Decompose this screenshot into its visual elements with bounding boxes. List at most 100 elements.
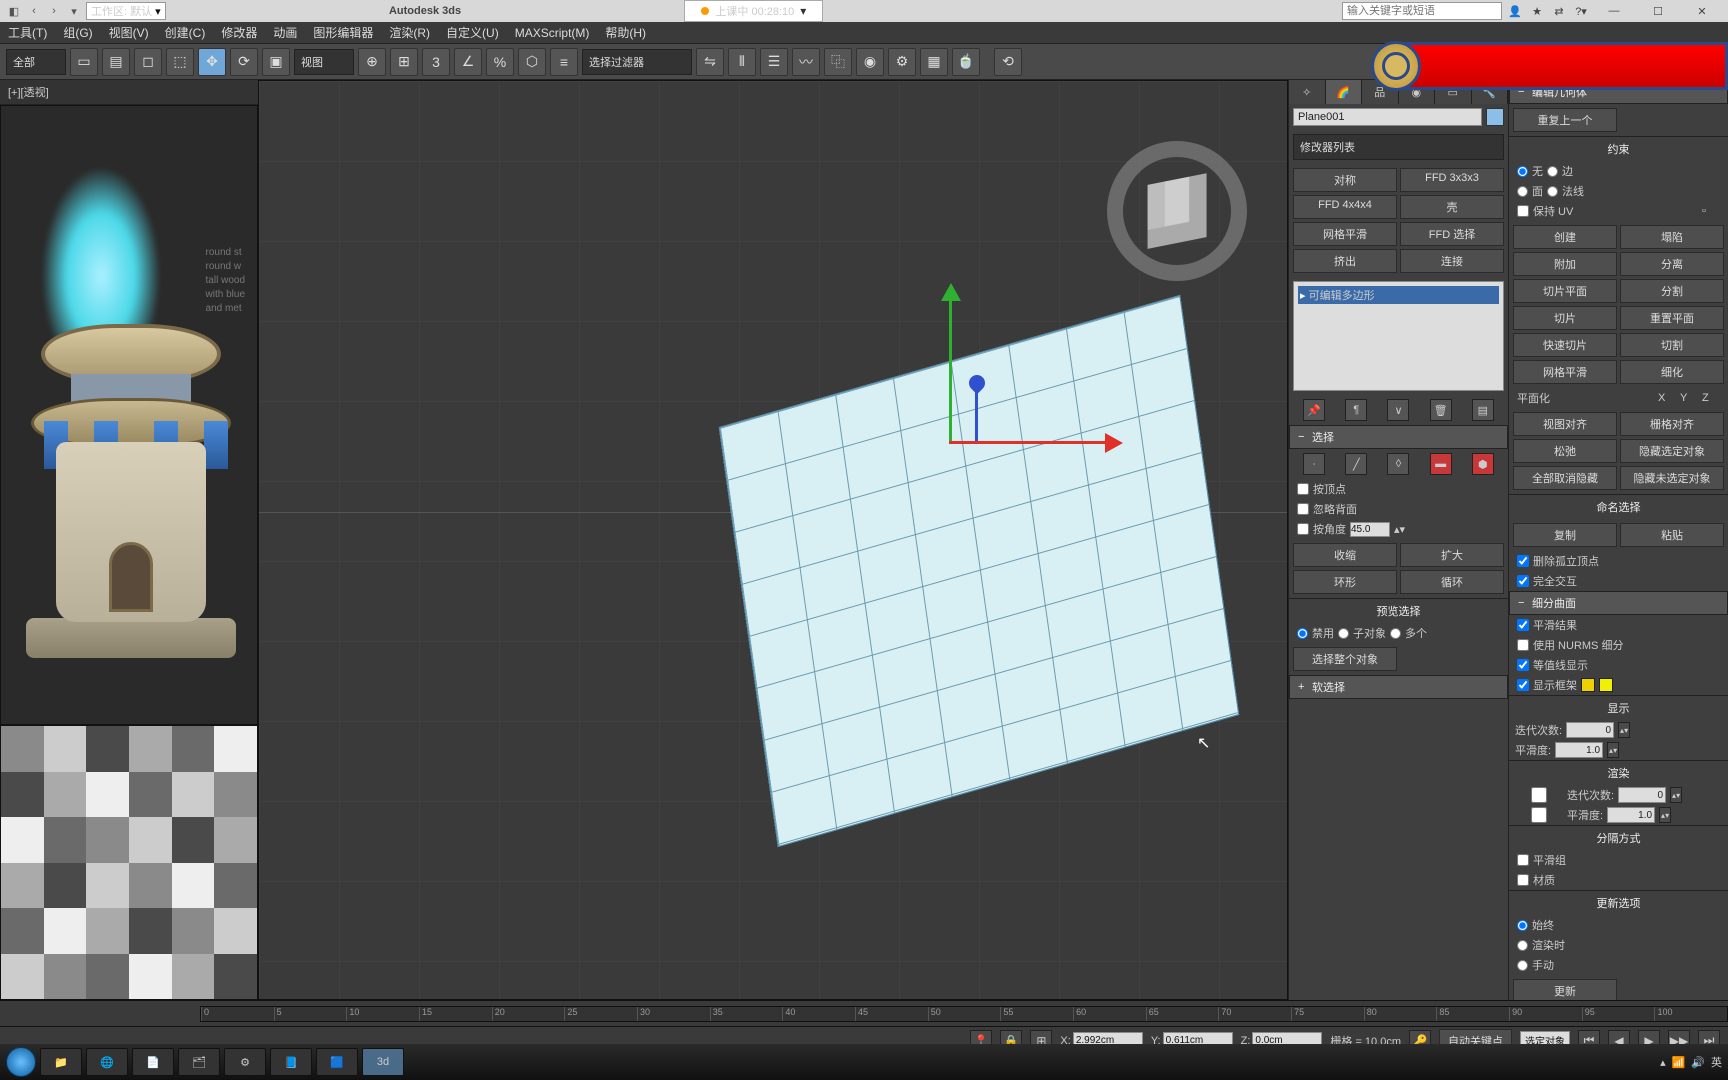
planar-x[interactable]: X <box>1658 392 1676 404</box>
menu-customize[interactable]: 自定义(U) <box>446 24 499 41</box>
chk-use-nurms[interactable] <box>1517 639 1529 651</box>
btn-grow[interactable]: 扩大 <box>1400 543 1504 567</box>
rb-con-face[interactable] <box>1517 186 1528 197</box>
chk-backface[interactable] <box>1297 503 1309 515</box>
pivot-icon[interactable]: ⊕ <box>358 48 386 76</box>
chk-del-iso[interactable] <box>1517 555 1529 567</box>
rb-subobj[interactable] <box>1338 628 1349 639</box>
gizmo-x-axis[interactable] <box>949 441 1119 444</box>
object-color-swatch[interactable] <box>1486 108 1504 126</box>
editnamed-icon[interactable]: ≡ <box>550 48 578 76</box>
btn-msmooth[interactable]: 网格平滑 <box>1513 360 1617 384</box>
configure-icon[interactable]: ▤ <box>1472 399 1494 421</box>
select-rect-icon[interactable]: ◻ <box>134 48 162 76</box>
tray-up-icon[interactable]: ▴ <box>1660 1056 1666 1069</box>
chk-iso-display[interactable] <box>1517 659 1529 671</box>
task-app1[interactable]: 📄 <box>132 1048 174 1076</box>
workspace-combo[interactable]: 工作区: 默认 ▾ <box>86 2 166 20</box>
mod-meshsmooth[interactable]: 网格平滑 <box>1293 222 1397 246</box>
named-sel-combo[interactable]: 选择过滤器 <box>582 49 692 75</box>
btn-select-whole[interactable]: 选择整个对象 <box>1293 647 1397 671</box>
select-rotate-icon[interactable]: ⟳ <box>230 48 258 76</box>
signin-icon[interactable]: 👤 <box>1506 2 1524 20</box>
menu-rendering[interactable]: 渲染(R) <box>389 24 430 41</box>
chk-show-cage[interactable] <box>1517 679 1529 691</box>
btn-slice-plane[interactable]: 切片平面 <box>1513 279 1617 303</box>
render-iter-input[interactable] <box>1618 787 1666 803</box>
render-setup-icon[interactable]: ⚙ <box>888 48 916 76</box>
menu-maxscript[interactable]: MAXScript(M) <box>515 26 590 40</box>
planar-y[interactable]: Y <box>1680 392 1698 404</box>
menu-help[interactable]: 帮助(H) <box>605 24 646 41</box>
make-unique-icon[interactable]: ∨ <box>1387 399 1409 421</box>
help-search-input[interactable] <box>1342 2 1502 20</box>
curve-editor-icon[interactable]: 〰 <box>792 48 820 76</box>
layers-icon[interactable]: ☰ <box>760 48 788 76</box>
mod-shell[interactable]: 壳 <box>1400 195 1504 219</box>
chk-byvertex[interactable] <box>1297 483 1309 495</box>
refresh-icon[interactable]: ⟲ <box>994 48 1022 76</box>
viewport-label[interactable]: [+][透视] <box>0 80 258 105</box>
start-button[interactable] <box>6 1047 36 1077</box>
gizmo-z-axis[interactable] <box>975 381 978 441</box>
chk-render-smooth[interactable] <box>1515 807 1563 823</box>
btn-create[interactable]: 创建 <box>1513 225 1617 249</box>
maximize-button[interactable]: ☐ <box>1638 0 1678 22</box>
select-move-icon[interactable]: ✥ <box>198 48 226 76</box>
nav-down-icon[interactable]: ▾ <box>66 3 82 19</box>
angle-spinner[interactable]: ▴▾ <box>1394 523 1405 536</box>
time-slider[interactable]: 0510152025303540455055606570758085909510… <box>200 1006 1728 1022</box>
planar-z[interactable]: Z <box>1702 392 1720 404</box>
close-button[interactable]: ✕ <box>1682 0 1722 22</box>
task-app5[interactable]: 🟦 <box>316 1048 358 1076</box>
live-status[interactable]: 上课中 00:28:10 ▾ <box>684 0 823 22</box>
app-icon[interactable]: ◧ <box>6 3 22 19</box>
mirror-icon[interactable]: ⇋ <box>696 48 724 76</box>
tab-create[interactable]: ✧ <box>1289 80 1326 104</box>
schematic-icon[interactable]: ⿻ <box>824 48 852 76</box>
btn-shrink[interactable]: 收缩 <box>1293 543 1397 567</box>
material-editor-icon[interactable]: ◉ <box>856 48 884 76</box>
task-explorer[interactable]: 📁 <box>40 1048 82 1076</box>
cage-color-2[interactable] <box>1599 678 1613 692</box>
rb-upd-render[interactable] <box>1517 940 1528 951</box>
rb-con-edge[interactable] <box>1547 166 1558 177</box>
btn-paste-sel[interactable]: 粘贴 <box>1620 523 1724 547</box>
stack-item-editable-poly[interactable]: ▸ 可编辑多边形 <box>1298 286 1499 304</box>
minimize-button[interactable]: — <box>1594 0 1634 22</box>
window-crossing-icon[interactable]: ⬚ <box>166 48 194 76</box>
btn-split[interactable]: 分割 <box>1620 279 1724 303</box>
mod-ffd444[interactable]: FFD 4x4x4 <box>1293 195 1397 219</box>
btn-slice[interactable]: 切片 <box>1513 306 1617 330</box>
chk-smooth-result[interactable] <box>1517 619 1529 631</box>
subobj-polygon[interactable]: ▬ <box>1430 453 1452 475</box>
viewcube[interactable] <box>1107 141 1247 281</box>
perspective-viewport[interactable]: ↖ <box>258 80 1288 1000</box>
smooth-input[interactable] <box>1555 742 1603 758</box>
chk-preserve-uv[interactable] <box>1517 205 1529 217</box>
task-browser[interactable]: 🌐 <box>86 1048 128 1076</box>
btn-ring[interactable]: 环形 <box>1293 570 1397 594</box>
menu-group[interactable]: 组(G) <box>63 24 92 41</box>
rb-off[interactable] <box>1297 628 1308 639</box>
smooth-spin[interactable]: ▴▾ <box>1607 742 1619 758</box>
select-object-icon[interactable]: ▭ <box>70 48 98 76</box>
pin-stack-icon[interactable]: 📌 <box>1303 399 1325 421</box>
btn-detach[interactable]: 分离 <box>1620 252 1724 276</box>
btn-hide-unsel[interactable]: 隐藏未选定对象 <box>1620 466 1724 490</box>
angle-snap-icon[interactable]: ∠ <box>454 48 482 76</box>
select-manip-icon[interactable]: ⊞ <box>390 48 418 76</box>
spinner-snap-icon[interactable]: ⬡ <box>518 48 546 76</box>
menu-grapheditors[interactable]: 图形编辑器 <box>313 24 373 41</box>
gizmo-y-axis[interactable] <box>949 291 952 441</box>
ref-coord-combo[interactable]: 视图 <box>294 49 354 75</box>
mod-connect[interactable]: 连接 <box>1400 249 1504 273</box>
chk-sep-mat[interactable] <box>1517 874 1529 886</box>
chk-render-iter[interactable] <box>1515 787 1563 803</box>
rb-multi[interactable] <box>1390 628 1401 639</box>
btn-unhide-all[interactable]: 全部取消隐藏 <box>1513 466 1617 490</box>
preserve-uv-settings[interactable]: ▫ <box>1702 205 1720 217</box>
align-icon[interactable]: ⫴ <box>728 48 756 76</box>
favorite-icon[interactable]: ★ <box>1528 2 1546 20</box>
subobj-element[interactable]: ⬢ <box>1472 453 1494 475</box>
